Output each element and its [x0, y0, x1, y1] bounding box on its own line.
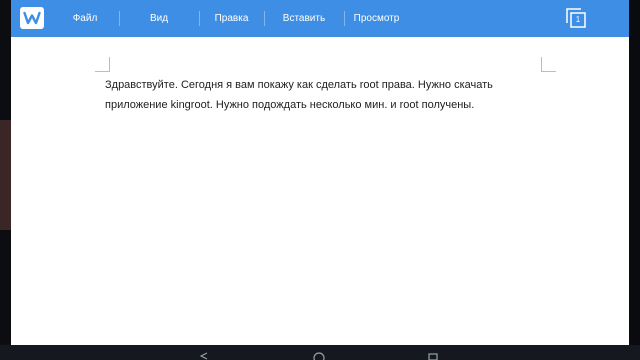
- menu-item-review[interactable]: Просмотр: [344, 0, 409, 37]
- recent-apps-icon[interactable]: [428, 352, 438, 360]
- wps-writer-logo-icon[interactable]: [20, 7, 44, 29]
- page-margin-corner-top-left: [95, 57, 110, 72]
- pages-count: 1: [575, 15, 581, 24]
- document-editor-window: Файл Вид Правка Вставить Просмотр 1 Здра…: [11, 0, 629, 345]
- menu-item-file[interactable]: Файл: [51, 0, 119, 37]
- document-page[interactable]: Здравствуйте. Сегодня я вам покажу как с…: [11, 37, 629, 345]
- menu-item-view[interactable]: Вид: [119, 0, 199, 37]
- menu-item-edit[interactable]: Правка: [199, 0, 264, 37]
- back-icon[interactable]: [200, 352, 208, 360]
- pages-button[interactable]: 1: [565, 7, 587, 29]
- menu-item-insert[interactable]: Вставить: [264, 0, 344, 37]
- main-menu: Файл Вид Правка Вставить Просмотр: [51, 0, 409, 37]
- home-icon[interactable]: [313, 352, 325, 360]
- top-toolbar: Файл Вид Правка Вставить Просмотр 1: [11, 0, 629, 37]
- document-text[interactable]: Здравствуйте. Сегодня я вам покажу как с…: [105, 75, 545, 115]
- page-margin-corner-top-right: [541, 57, 556, 72]
- left-background-mark: [0, 120, 11, 230]
- right-background-strip: [629, 0, 640, 360]
